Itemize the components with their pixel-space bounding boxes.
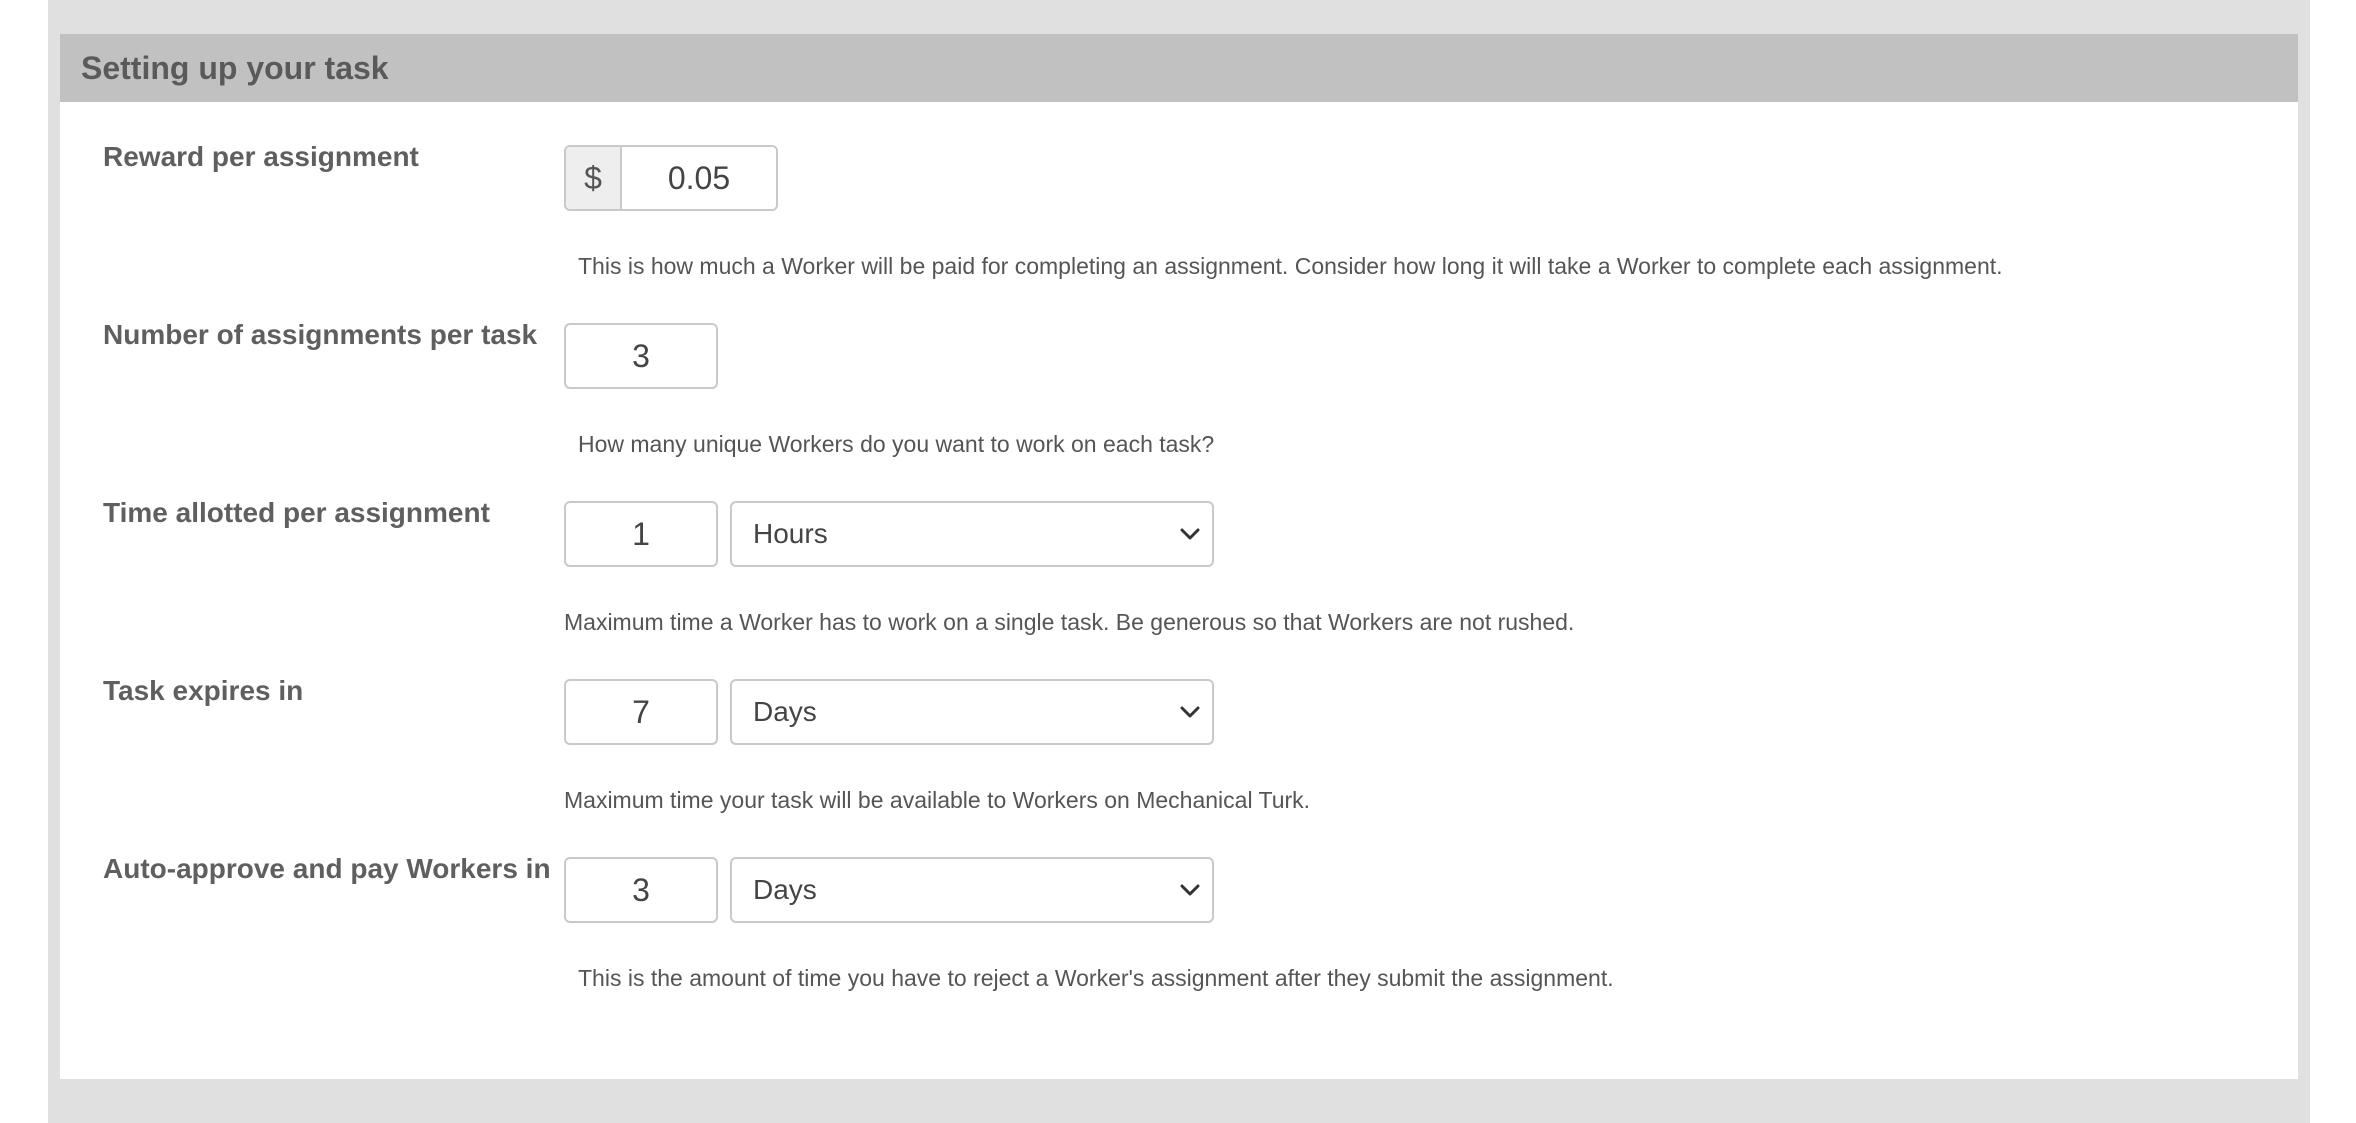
auto-approve-unit-value: Days bbox=[753, 874, 817, 905]
time-allotted-help-text: Maximum time a Worker has to work on a s… bbox=[564, 609, 1575, 635]
time-allotted-label: Time allotted per assignment bbox=[103, 497, 490, 528]
panel-header: Setting up your task bbox=[60, 34, 2298, 102]
reward-input[interactable] bbox=[622, 147, 776, 209]
assignments-help-text: How many unique Workers do you want to w… bbox=[578, 431, 1215, 457]
task-setup-panel: Setting up your task Reward per assignme… bbox=[60, 34, 2298, 1079]
time-allotted-controls: Hours bbox=[564, 501, 1214, 567]
expires-controls: Days bbox=[564, 679, 1214, 745]
auto-approve-help-text: This is the amount of time you have to r… bbox=[578, 965, 1614, 991]
auto-approve-input[interactable] bbox=[564, 857, 718, 923]
expires-help-text: Maximum time your task will be available… bbox=[564, 787, 1311, 813]
auto-approve-unit-select[interactable]: Days bbox=[730, 857, 1214, 923]
reward-input-group: $ bbox=[564, 145, 778, 211]
chevron-down-icon bbox=[1178, 700, 1202, 724]
currency-addon: $ bbox=[566, 147, 622, 209]
page-background: Setting up your task Reward per assignme… bbox=[48, 0, 2310, 1123]
section-title: Setting up your task bbox=[81, 49, 389, 86]
time-allotted-unit-select[interactable]: Hours bbox=[730, 501, 1214, 567]
assignments-input[interactable] bbox=[564, 323, 718, 389]
chevron-down-icon bbox=[1178, 522, 1202, 546]
expires-unit-select[interactable]: Days bbox=[730, 679, 1214, 745]
expires-label: Task expires in bbox=[103, 675, 304, 706]
reward-controls: $ bbox=[564, 145, 778, 211]
time-allotted-input[interactable] bbox=[564, 501, 718, 567]
reward-help-text: This is how much a Worker will be paid f… bbox=[578, 253, 2003, 279]
time-allotted-unit-value: Hours bbox=[753, 518, 828, 549]
assignments-controls bbox=[564, 323, 718, 389]
chevron-down-icon bbox=[1178, 878, 1202, 902]
auto-approve-controls: Days bbox=[564, 857, 1214, 923]
auto-approve-label: Auto-approve and pay Workers in bbox=[103, 853, 551, 884]
expires-input[interactable] bbox=[564, 679, 718, 745]
assignments-label: Number of assignments per task bbox=[103, 319, 538, 350]
expires-unit-value: Days bbox=[753, 696, 817, 727]
reward-label: Reward per assignment bbox=[103, 141, 419, 172]
